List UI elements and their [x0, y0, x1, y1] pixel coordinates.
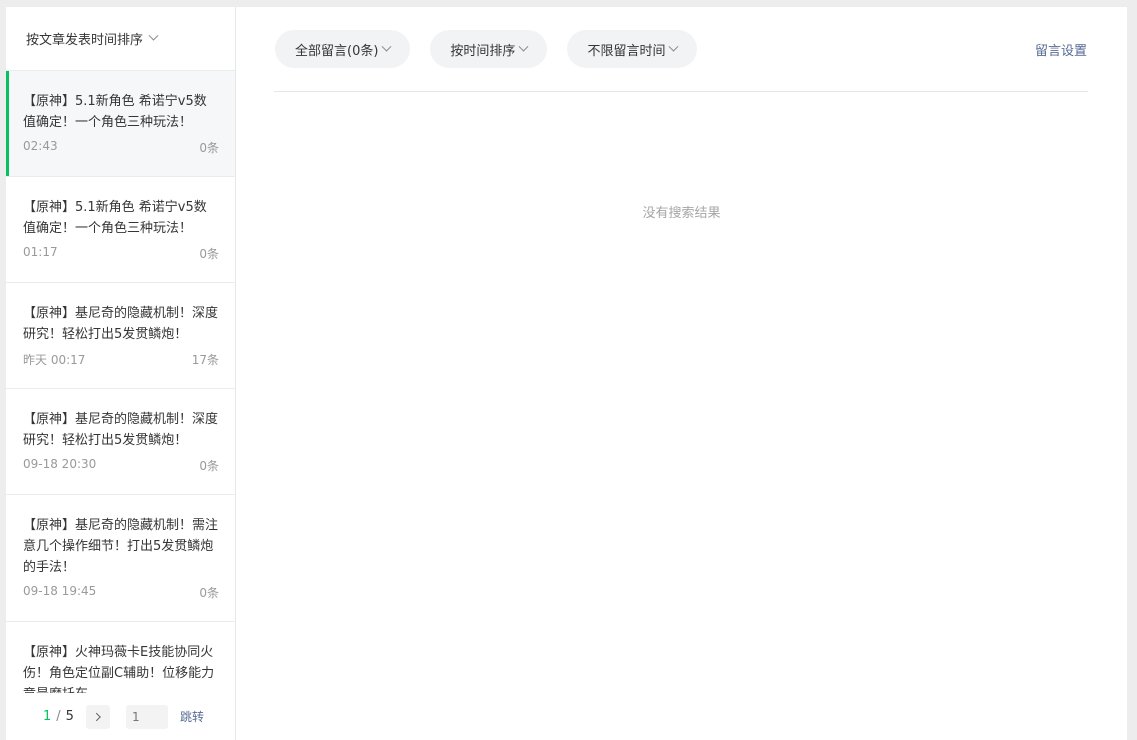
time-range-filter[interactable]: 不限留言时间: [567, 30, 698, 68]
comment-manager: 按文章发表时间排序 【原神】5.1新角色 希诺宁v5数值确定！一个角色三种玩法！…: [6, 7, 1127, 740]
empty-state-text: 没有搜索结果: [642, 206, 721, 221]
article-title: 【原神】5.1新角色 希诺宁v5数值确定！一个角色三种玩法！: [23, 200, 207, 236]
article-title: 【原神】火神玛薇卡E技能协同火伤！角色定位副C辅助！位移能力竟是摩托车.....…: [23, 645, 215, 693]
article-title: 【原神】基尼奇的隐藏机制！深度研究！轻松打出5发贯鳞炮！: [23, 412, 219, 448]
chevron-down-icon: [669, 41, 679, 52]
article-title: 【原神】5.1新角色 希诺宁v5数值确定！一个角色三种玩法！: [23, 94, 207, 130]
article-item[interactable]: 【原神】基尼奇的隐藏机制！深度研究！轻松打出5发贯鳞炮！ 09-18 20:30…: [6, 389, 235, 495]
article-item[interactable]: 【原神】5.1新角色 希诺宁v5数值确定！一个角色三种玩法！ 01:17 0条: [6, 177, 235, 283]
page-current: 1: [43, 709, 52, 724]
article-comment-count: 17条: [191, 353, 219, 367]
comment-type-filter-label: 全部留言(0条): [295, 43, 379, 59]
article-item[interactable]: 【原神】火神玛薇卡E技能协同火伤！角色定位副C辅助！位移能力竟是摩托车.....…: [6, 622, 235, 693]
article-time: 09-18 19:45: [23, 584, 97, 598]
sort-order-filter[interactable]: 按时间排序: [430, 30, 548, 68]
article-item[interactable]: 【原神】基尼奇的隐藏机制！需注意几个操作细节！打出5发贯鳞炮的手法！ 09-18…: [6, 495, 235, 622]
divider: [274, 91, 1088, 92]
article-comment-count: 0条: [199, 586, 219, 600]
comment-panel: 全部留言(0条) 按时间排序 不限留言时间 留言设置 没有搜索结果: [236, 7, 1127, 740]
article-sort-label: 按文章发表时间排序: [26, 33, 144, 48]
comment-type-filter[interactable]: 全部留言(0条): [275, 30, 411, 68]
pagination: 1 / 5 跳转: [6, 693, 235, 740]
article-time: 01:17: [23, 245, 58, 259]
chevron-down-icon: [518, 41, 529, 52]
article-sidebar: 按文章发表时间排序 【原神】5.1新角色 希诺宁v5数值确定！一个角色三种玩法！…: [6, 7, 236, 740]
chevron-down-icon: [148, 30, 159, 41]
page-number-input[interactable]: [125, 704, 168, 729]
page-separator: /: [56, 709, 61, 724]
article-time: 02:43: [23, 139, 58, 153]
article-sort-dropdown[interactable]: 按文章发表时间排序: [6, 7, 235, 71]
article-time: 昨天 00:17: [23, 353, 86, 367]
chevron-right-icon: [92, 712, 101, 721]
time-range-filter-label: 不限留言时间: [587, 43, 666, 59]
article-comment-count: 0条: [199, 141, 219, 155]
comment-settings-link[interactable]: 留言设置: [1035, 40, 1087, 59]
article-title: 【原神】基尼奇的隐藏机制！深度研究！轻松打出5发贯鳞炮！: [23, 306, 219, 342]
page-jump-button[interactable]: 跳转: [180, 708, 204, 725]
article-comment-count: 0条: [199, 247, 219, 261]
page-total: 5: [65, 709, 74, 724]
article-list: 【原神】5.1新角色 希诺宁v5数值确定！一个角色三种玩法！ 02:43 0条 …: [6, 71, 235, 693]
sort-order-filter-label: 按时间排序: [450, 43, 516, 59]
article-item[interactable]: 【原神】5.1新角色 希诺宁v5数值确定！一个角色三种玩法！ 02:43 0条: [6, 71, 235, 177]
article-item[interactable]: 【原神】基尼奇的隐藏机制！深度研究！轻松打出5发贯鳞炮！ 昨天 00:17 17…: [6, 283, 235, 389]
next-page-button[interactable]: [85, 704, 110, 729]
chevron-down-icon: [381, 41, 392, 52]
filter-bar: 全部留言(0条) 按时间排序 不限留言时间: [275, 30, 717, 68]
article-time: 09-18 20:30: [23, 457, 97, 471]
article-comment-count: 0条: [199, 459, 219, 473]
article-title: 【原神】基尼奇的隐藏机制！需注意几个操作细节！打出5发贯鳞炮的手法！: [23, 518, 219, 575]
